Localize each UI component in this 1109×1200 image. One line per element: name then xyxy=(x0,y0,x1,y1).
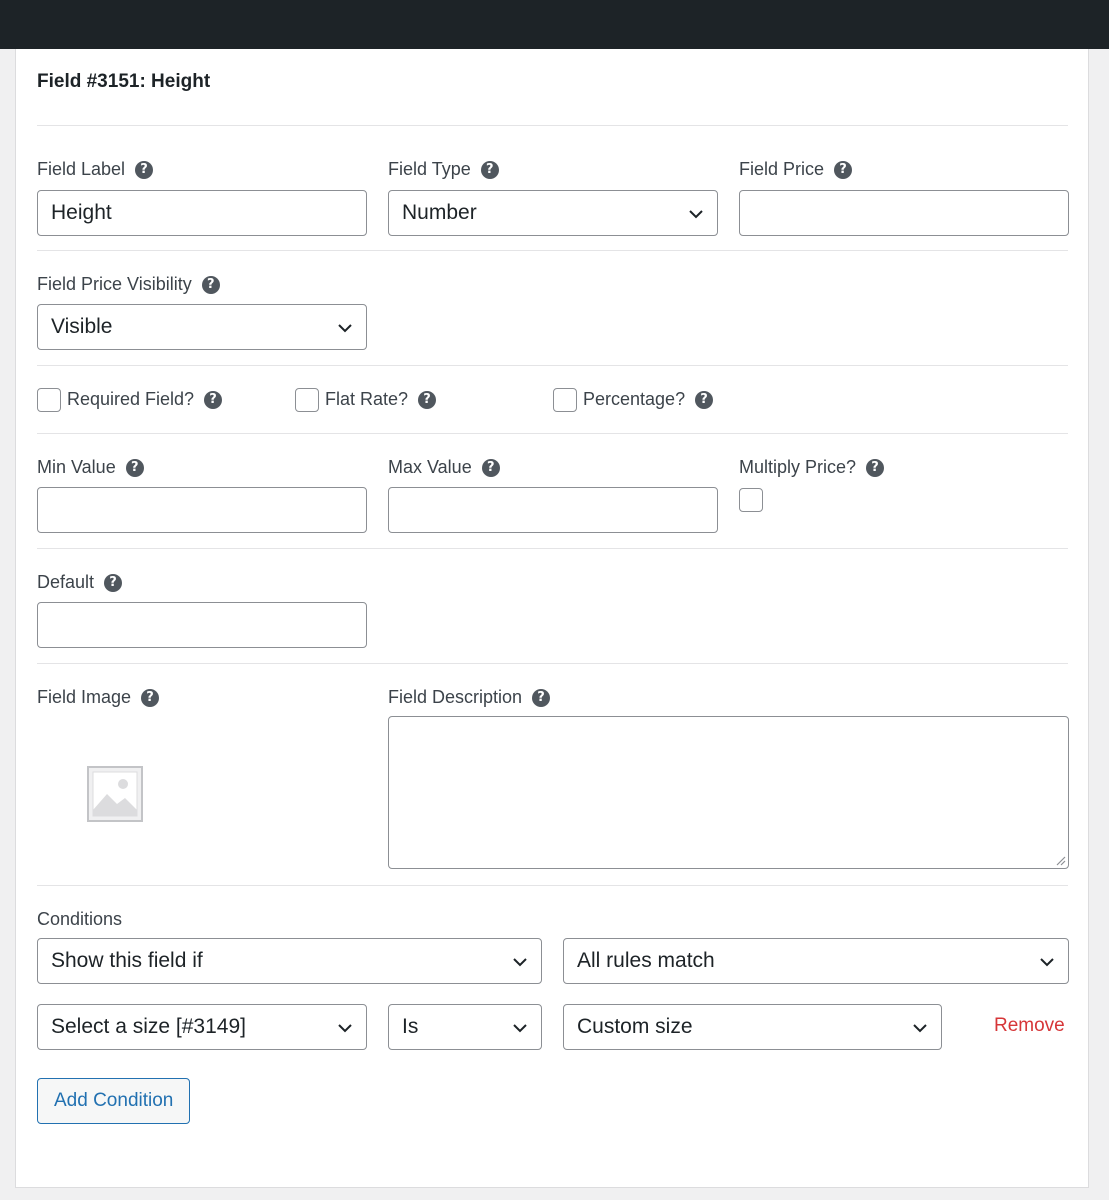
divider xyxy=(37,365,1068,366)
field-heading: Field #3151: Height xyxy=(37,71,211,92)
help-circle-icon[interactable]: ? xyxy=(481,458,500,477)
flat-rate-label: Flat Rate? ? xyxy=(325,389,437,410)
condition-mode-value: Show this field if xyxy=(51,949,203,972)
field-type-select[interactable]: Number xyxy=(388,190,718,236)
field-description-text: Field Description xyxy=(388,687,523,707)
required-checkbox[interactable] xyxy=(37,388,61,412)
default-input[interactable] xyxy=(37,602,367,648)
divider xyxy=(37,885,1068,886)
field-description-label: Field Description ? xyxy=(388,687,551,708)
condition-match-select[interactable]: All rules match xyxy=(563,938,1069,984)
field-price-input[interactable] xyxy=(739,190,1069,236)
field-label-input[interactable]: Height xyxy=(37,190,367,236)
divider xyxy=(37,250,1068,251)
help-circle-icon[interactable]: ? xyxy=(418,390,437,409)
price-visibility-select[interactable]: Visible xyxy=(37,304,367,350)
help-circle-icon[interactable]: ? xyxy=(135,160,154,179)
chevron-down-icon xyxy=(913,1024,927,1033)
field-label-label: Field Label ? xyxy=(37,159,154,180)
help-circle-icon[interactable]: ? xyxy=(532,688,551,707)
field-type-text: Field Type xyxy=(388,159,471,179)
field-description-textarea[interactable] xyxy=(388,716,1069,869)
divider xyxy=(37,433,1068,434)
multiply-price-text: Multiply Price? xyxy=(739,457,857,477)
condition-operator-value: Is xyxy=(402,1015,419,1038)
field-image-label: Field Image ? xyxy=(37,687,160,708)
add-condition-button[interactable]: Add Condition xyxy=(37,1078,191,1124)
help-circle-icon[interactable]: ? xyxy=(201,275,220,294)
chevron-down-icon xyxy=(1040,958,1054,967)
min-value-label: Min Value ? xyxy=(37,457,144,478)
percentage-text: Percentage? xyxy=(583,389,686,409)
required-label: Required Field? ? xyxy=(67,389,223,410)
price-visibility-label: Field Price Visibility ? xyxy=(37,274,220,295)
max-value-text: Max Value xyxy=(388,457,472,477)
field-price-label: Field Price ? xyxy=(739,159,853,180)
flat-rate-text: Flat Rate? xyxy=(325,389,409,409)
field-settings-panel: Field #3151: Height Field Label ? Height… xyxy=(15,49,1089,1188)
default-label: Default ? xyxy=(37,572,123,593)
help-circle-icon[interactable]: ? xyxy=(141,688,160,707)
conditions-label: Conditions xyxy=(37,909,122,930)
condition-value-select[interactable]: Custom size xyxy=(563,1004,942,1050)
percentage-checkbox[interactable] xyxy=(553,388,577,412)
chevron-down-icon xyxy=(513,958,527,967)
condition-match-value: All rules match xyxy=(577,949,715,972)
field-label-text: Field Label xyxy=(37,159,126,179)
help-circle-icon[interactable]: ? xyxy=(204,390,223,409)
condition-mode-select[interactable]: Show this field if xyxy=(37,938,542,984)
min-value-text: Min Value xyxy=(37,457,116,477)
field-price-text: Field Price xyxy=(739,159,825,179)
help-circle-icon[interactable]: ? xyxy=(480,160,499,179)
remove-condition-link[interactable]: Remove xyxy=(994,1015,1065,1037)
condition-field-select[interactable]: Select a size [#3149] xyxy=(37,1004,367,1050)
help-circle-icon[interactable]: ? xyxy=(834,160,853,179)
multiply-price-label: Multiply Price? ? xyxy=(739,457,885,478)
condition-value-value: Custom size xyxy=(577,1015,693,1038)
image-placeholder-icon[interactable] xyxy=(87,766,143,822)
max-value-label: Max Value ? xyxy=(388,457,500,478)
condition-operator-select[interactable]: Is xyxy=(388,1004,542,1050)
help-circle-icon[interactable]: ? xyxy=(125,458,144,477)
field-image-text: Field Image xyxy=(37,687,132,707)
min-value-input[interactable] xyxy=(37,487,367,533)
chevron-down-icon xyxy=(513,1024,527,1033)
condition-field-value: Select a size [#3149] xyxy=(51,1015,246,1038)
admin-top-bar xyxy=(0,0,1109,49)
field-type-value: Number xyxy=(402,201,477,224)
field-label-value: Height xyxy=(51,201,112,224)
help-circle-icon[interactable]: ? xyxy=(104,573,123,592)
flat-rate-checkbox[interactable] xyxy=(295,388,319,412)
divider xyxy=(37,125,1068,126)
price-visibility-value: Visible xyxy=(51,315,113,338)
divider xyxy=(37,548,1068,549)
chevron-down-icon xyxy=(689,210,703,219)
max-value-input[interactable] xyxy=(388,487,718,533)
help-circle-icon[interactable]: ? xyxy=(695,390,714,409)
chevron-down-icon xyxy=(338,1024,352,1033)
field-type-label: Field Type ? xyxy=(388,159,499,180)
multiply-price-checkbox[interactable] xyxy=(739,488,763,512)
default-text: Default xyxy=(37,572,95,592)
resize-handle-icon[interactable] xyxy=(1054,854,1066,866)
price-visibility-text: Field Price Visibility xyxy=(37,274,192,294)
required-text: Required Field? xyxy=(67,389,195,409)
divider xyxy=(37,663,1068,664)
conditions-text: Conditions xyxy=(37,909,123,929)
percentage-label: Percentage? ? xyxy=(583,389,714,410)
chevron-down-icon xyxy=(338,324,352,333)
help-circle-icon[interactable]: ? xyxy=(866,458,885,477)
